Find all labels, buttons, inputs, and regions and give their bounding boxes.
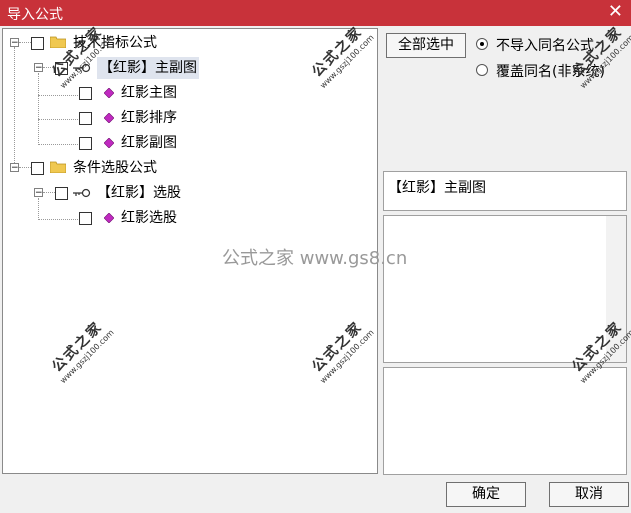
cancel-button[interactable]: 取消 [549, 482, 629, 507]
collapse-toggle[interactable]: − [34, 63, 43, 73]
tree-checkbox[interactable] [79, 112, 92, 125]
skip-duplicates-label[interactable]: 不导入同名公式 [496, 35, 594, 55]
title-bar: 导入公式 ✕ [0, 0, 631, 26]
scrollbar[interactable] [606, 216, 626, 362]
description-panel [383, 215, 627, 363]
tree-checkbox[interactable] [55, 62, 68, 75]
tree-connector [19, 167, 31, 168]
tree-node-label[interactable]: 红影主图 [121, 82, 177, 104]
formula-name-text: 【红影】主副图 [388, 180, 486, 196]
collapse-toggle[interactable]: − [34, 188, 43, 198]
skip-duplicates-radio[interactable] [476, 38, 488, 50]
overwrite-label[interactable]: 覆盖同名(非系统) [496, 61, 605, 81]
tree-connector [19, 42, 31, 43]
gem-icon [104, 213, 114, 223]
window-title: 导入公式 [7, 7, 63, 23]
tree-checkbox[interactable] [79, 87, 92, 100]
tree-connector [38, 95, 78, 96]
tree-checkbox[interactable] [79, 137, 92, 150]
tree-connector [38, 119, 78, 120]
tree-checkbox[interactable] [55, 187, 68, 200]
tree-checkbox[interactable] [31, 37, 44, 50]
tree-connector [43, 67, 55, 68]
select-all-button[interactable]: 全部选中 [386, 33, 466, 58]
tree-node-label[interactable]: 红影副图 [121, 132, 177, 154]
tree-node-label[interactable]: 【红影】选股 [97, 182, 181, 204]
tree-node-label[interactable]: 技术指标公式 [73, 32, 157, 54]
detail-panel [383, 367, 627, 475]
tree-connector [38, 144, 78, 145]
gem-icon [104, 88, 114, 98]
tree-connector [38, 219, 78, 220]
collapse-toggle[interactable]: − [10, 163, 19, 173]
tree-node-label[interactable]: 【红影】主副图 [97, 57, 199, 79]
tree-node-label[interactable]: 红影选股 [121, 207, 177, 229]
close-icon[interactable]: ✕ [608, 2, 623, 22]
collapse-toggle[interactable]: − [10, 38, 19, 48]
tree-node-label[interactable]: 条件选股公式 [73, 157, 157, 179]
tree-connector [38, 198, 39, 220]
formula-tree: − 技术指标公式 − 【红影】主副图 红影主图 红影排序 红影副图 − 条件选股… [2, 28, 378, 474]
gem-icon [104, 113, 114, 123]
tree-connector [38, 73, 39, 145]
folder-icon [50, 36, 66, 48]
tree-connector [43, 192, 55, 193]
gem-icon [104, 138, 114, 148]
folder-icon [50, 161, 66, 173]
overwrite-radio[interactable] [476, 64, 488, 76]
tree-checkbox[interactable] [31, 162, 44, 175]
tree-connector [14, 47, 15, 169]
tree-node-label[interactable]: 红影排序 [121, 107, 177, 129]
key-icon [73, 63, 91, 73]
ok-button[interactable]: 确定 [446, 482, 526, 507]
tree-checkbox[interactable] [79, 212, 92, 225]
key-icon [73, 188, 91, 198]
formula-name-panel: 【红影】主副图 [383, 171, 627, 211]
